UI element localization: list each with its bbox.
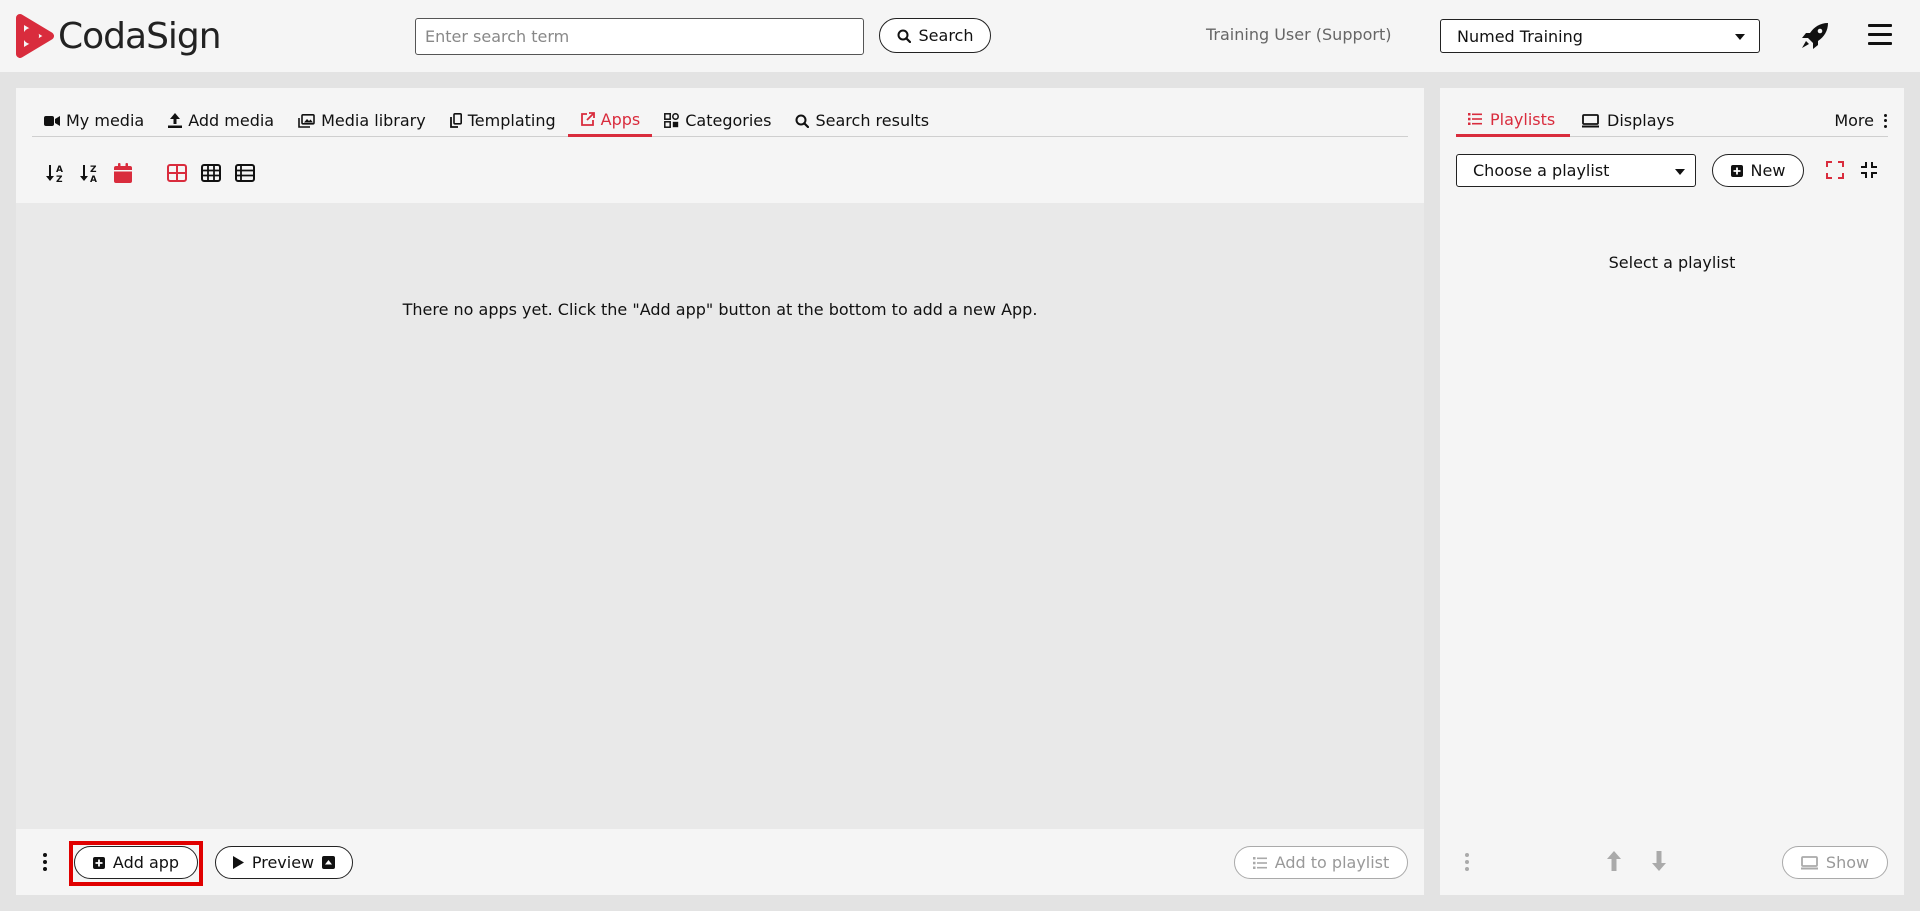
tab-displays[interactable]: Displays: [1582, 104, 1674, 137]
empty-apps-message: There no apps yet. Click the "Add app" b…: [402, 300, 1038, 319]
show-label: Show: [1825, 853, 1870, 872]
tab-label: Templating: [467, 111, 556, 130]
show-button[interactable]: Show: [1782, 846, 1888, 879]
tab-media-library[interactable]: Media library: [286, 104, 438, 137]
svg-text:A: A: [56, 165, 63, 175]
top-header: CodaSign Search Training User (Support) …: [0, 0, 1920, 72]
list-view-icon[interactable]: [228, 158, 262, 188]
categories-icon: [664, 113, 680, 128]
chevron-down-icon: [1675, 169, 1685, 175]
playlist-select-value: Choose a playlist: [1473, 161, 1610, 180]
tab-label: Playlists: [1490, 109, 1556, 129]
organisation-select[interactable]: Numed Training: [1440, 19, 1760, 53]
search-icon: [795, 114, 810, 128]
monitor-icon: [1582, 113, 1599, 127]
arrow-down-icon[interactable]: [1652, 851, 1666, 871]
play-icon: [232, 856, 244, 869]
add-app-button[interactable]: Add app: [74, 846, 198, 879]
tab-label: My media: [66, 111, 145, 130]
add-to-playlist-label: Add to playlist: [1274, 853, 1390, 872]
grid-small-icon[interactable]: [194, 158, 228, 188]
playlist-tabs: Playlists Displays More: [1456, 104, 1888, 137]
svg-text:Z: Z: [56, 175, 63, 183]
sort-descending-icon[interactable]: ZA: [72, 158, 106, 188]
select-playlist-message: Select a playlist: [1608, 253, 1736, 272]
tab-templating[interactable]: Templating: [438, 104, 568, 137]
expand-icon[interactable]: [1826, 161, 1844, 179]
tab-label: Search results: [815, 111, 930, 130]
plus-square-icon: [1730, 164, 1743, 177]
tab-label: Displays: [1607, 111, 1675, 130]
search-button[interactable]: Search: [879, 18, 991, 53]
tab-label: Add media: [188, 111, 275, 130]
media-panel-footer: Add app Preview Add to playlist: [16, 829, 1424, 895]
play-logo-icon: [16, 14, 54, 58]
hamburger-menu-icon[interactable]: [1868, 24, 1892, 51]
compress-icon[interactable]: [1860, 161, 1878, 179]
more-label: More: [1834, 111, 1874, 130]
caret-up-square-icon: [322, 856, 336, 869]
vertical-dots-icon: [1882, 113, 1888, 128]
more-menu[interactable]: More: [1834, 104, 1888, 137]
tab-search-results[interactable]: Search results: [783, 104, 941, 137]
list-icon: [1252, 856, 1267, 869]
tab-label: Apps: [600, 109, 641, 129]
organisation-select-value: Numed Training: [1457, 26, 1583, 46]
monitor-icon: [1800, 855, 1818, 869]
rocket-icon[interactable]: [1800, 22, 1830, 50]
playlist-panel-footer: Show: [1440, 829, 1904, 895]
media-panel-toolbar: My media Add media Media library Templat…: [16, 88, 1424, 203]
logo-text: CodaSign: [58, 15, 222, 57]
list-icon: [1468, 113, 1482, 125]
media-tabs: My media Add media Media library Templat…: [32, 104, 1408, 137]
svg-text:A: A: [90, 175, 97, 183]
images-icon: [298, 113, 315, 128]
tab-categories[interactable]: Categories: [652, 104, 783, 137]
preview-label: Preview: [251, 853, 315, 872]
external-link-icon: [580, 111, 595, 126]
upload-icon: [168, 113, 183, 128]
search-input[interactable]: [415, 18, 864, 55]
add-app-label: Add app: [112, 853, 180, 872]
arrow-up-icon[interactable]: [1607, 851, 1621, 871]
search-button-label: Search: [918, 26, 974, 45]
tab-my-media[interactable]: My media: [32, 104, 156, 137]
user-label[interactable]: Training User (Support): [1206, 25, 1392, 44]
more-options-icon[interactable]: [1462, 850, 1472, 874]
view-toolbar: AZ ZA: [38, 158, 262, 188]
media-panel: My media Add media Media library Templat…: [16, 88, 1424, 895]
new-playlist-button[interactable]: New: [1712, 154, 1804, 187]
playlist-select[interactable]: Choose a playlist: [1456, 154, 1696, 187]
video-camera-icon: [44, 115, 60, 126]
grid-large-icon[interactable]: [160, 158, 194, 188]
tab-playlists[interactable]: Playlists: [1456, 104, 1570, 137]
sort-ascending-icon[interactable]: AZ: [38, 158, 72, 188]
more-options-icon[interactable]: [40, 850, 50, 874]
search-icon: [897, 29, 911, 43]
codasign-logo[interactable]: CodaSign: [14, 14, 222, 58]
preview-button[interactable]: Preview: [215, 846, 353, 879]
svg-text:Z: Z: [90, 165, 97, 175]
tab-label: Media library: [321, 111, 426, 130]
plus-square-icon: [92, 856, 105, 869]
playlist-panel: Playlists Displays More Choose a playlis…: [1440, 88, 1904, 895]
new-playlist-label: New: [1750, 161, 1786, 180]
tab-apps[interactable]: Apps: [567, 104, 653, 137]
tab-add-media[interactable]: Add media: [156, 104, 286, 137]
copy-icon: [449, 113, 462, 128]
chevron-down-icon: [1735, 34, 1745, 40]
calendar-icon[interactable]: [106, 158, 140, 188]
tab-label: Categories: [685, 111, 772, 130]
add-to-playlist-button[interactable]: Add to playlist: [1234, 846, 1408, 879]
